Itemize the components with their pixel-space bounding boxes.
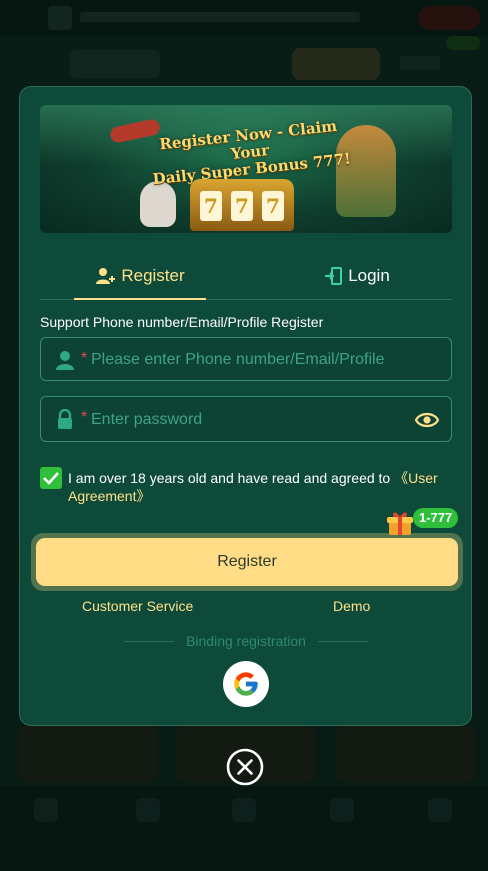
agreement-statement: I am over 18 years old and have read and… xyxy=(68,470,395,486)
customer-service-link[interactable]: Customer Service xyxy=(82,598,193,614)
demo-link[interactable]: Demo xyxy=(333,598,370,614)
register-button-glow: Register xyxy=(31,533,463,591)
required-mark: * xyxy=(81,409,88,426)
auth-tabs: Register Login xyxy=(40,253,452,300)
google-icon xyxy=(234,672,258,696)
register-button[interactable]: Register xyxy=(36,538,458,586)
phone-field[interactable]: * xyxy=(40,337,452,382)
person-add-icon xyxy=(95,267,116,285)
tab-login[interactable]: Login xyxy=(302,253,412,299)
lock-icon xyxy=(55,408,75,429)
tab-register[interactable]: Register xyxy=(74,253,206,300)
close-button[interactable] xyxy=(226,748,264,786)
divider-line xyxy=(318,641,368,642)
support-label: Support Phone number/Email/Profile Regis… xyxy=(40,314,324,330)
slot-reel: 7 xyxy=(231,191,253,221)
bunny-illustration xyxy=(140,181,176,227)
agreement-text: I am over 18 years old and have read and… xyxy=(68,469,452,505)
eye-icon[interactable] xyxy=(414,410,440,430)
promo-banner[interactable]: Register Now - Claim Your Daily Super Bo… xyxy=(40,105,452,233)
slot-machine-illustration: 7 7 7 xyxy=(190,179,294,231)
agreement-checkbox[interactable] xyxy=(40,467,62,489)
google-login-button[interactable] xyxy=(223,661,269,707)
tab-login-label: Login xyxy=(348,266,390,285)
slot-reel: 7 xyxy=(262,191,284,221)
phone-input[interactable] xyxy=(89,338,423,382)
password-field[interactable]: * xyxy=(40,396,452,443)
close-icon xyxy=(226,748,264,786)
gift-icon xyxy=(386,509,414,537)
tab-register-label: Register xyxy=(121,265,185,285)
login-door-icon xyxy=(324,267,343,285)
password-input[interactable] xyxy=(89,397,423,443)
person-icon xyxy=(55,350,75,370)
slot-reel: 7 xyxy=(200,191,222,221)
promo-badge: 1-777 xyxy=(413,508,459,528)
register-modal: Register Now - Claim Your Daily Super Bo… xyxy=(19,86,472,726)
binding-divider: Binding registration xyxy=(124,633,368,649)
required-mark: * xyxy=(81,350,88,367)
check-icon xyxy=(43,472,59,485)
